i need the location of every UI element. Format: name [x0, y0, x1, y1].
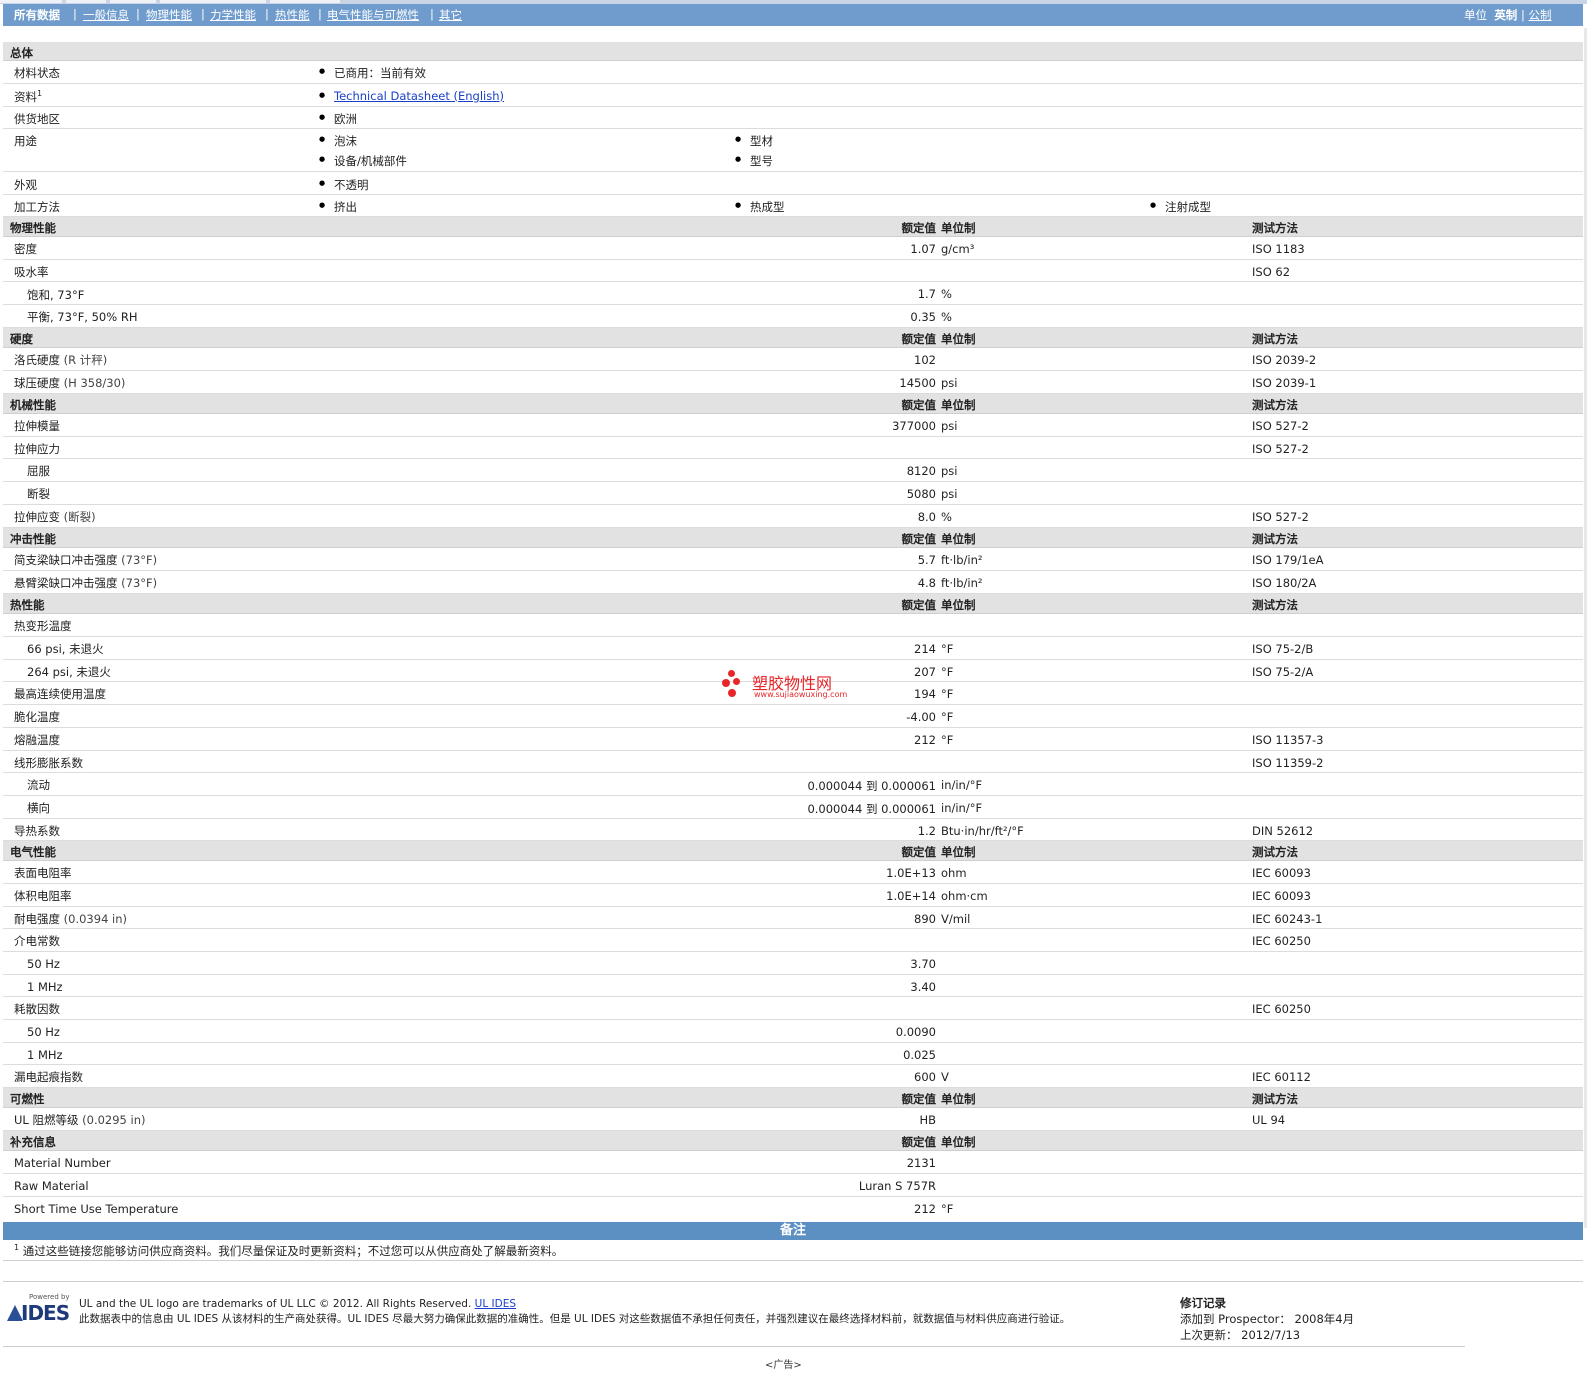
row-uses: 用途 泡沫 型材 设备/机械部件 型号 [3, 129, 1583, 172]
row-density: 密度 1.07 g/cm³ ISO 1183 [3, 237, 1583, 260]
row-region: 供货地区 欧洲 [3, 107, 1583, 129]
section-physical: 物理性能 额定值 单位制 测试方法 [3, 217, 1583, 237]
row-source: 资料1 Technical Datasheet (English) [3, 84, 1583, 107]
row-tensile-strain: 拉伸应变 (断裂) 8.0 % ISO 527-2 [3, 505, 1583, 528]
divider [3, 1260, 1583, 1261]
row-wa-equilibrium: 平衡, 73°F, 50% RH 0.35 % [3, 305, 1583, 328]
footer-disclaimer: UL and the UL logo are trademarks of UL … [79, 1298, 1071, 1325]
row-ball-hardness: 球压硬度 (H 358/30) 14500 psi ISO 2039-1 [3, 371, 1583, 394]
row-clte: 线形膨胀系数 ISO 11359-2 [3, 751, 1583, 773]
row-hdt: 热变形温度 [3, 614, 1583, 637]
divider [3, 1346, 1465, 1347]
ul-ides-link[interactable]: UL IDES [475, 1298, 516, 1310]
technical-datasheet-link[interactable]: Technical Datasheet (English) [334, 89, 504, 103]
section-thermal: 热性能 额定值 单位制 测试方法 [3, 594, 1583, 614]
row-dielectric-strength: 耐电强度 (0.0394 in) 890 V/mil IEC 60243-1 [3, 907, 1583, 929]
row-dc-50hz: 50 Hz 3.70 [3, 952, 1583, 975]
watermark-logo: 塑胶物性网 www.sujiaowuxing.com [722, 668, 852, 704]
unit-switch: 单位 英制 | 公制 [1464, 8, 1552, 22]
row-charpy: 简支梁缺口冲击强度 (73°F) 5.7 ft·lb/in² ISO 179/1… [3, 548, 1583, 571]
row-volume-resistivity: 体积电阻率 1.0E+14 ohm·cm IEC 60093 [3, 884, 1583, 907]
tab-all-data[interactable]: 所有数据 [14, 7, 60, 23]
section-supplemental: 补充信息 额定值 单位制 [3, 1131, 1583, 1151]
row-appearance: 外观 不透明 [3, 172, 1583, 195]
row-surface-resistivity: 表面电阻率 1.0E+13 ohm IEC 60093 [3, 861, 1583, 884]
row-izod: 悬臂梁缺口冲击强度 (73°F) 4.8 ft·lb/in² ISO 180/2… [3, 571, 1583, 594]
nav-tab-bar: 所有数据 | 一般信息 | 物理性能 | 力学性能 | 热性能 | 电气性能与可… [3, 4, 1583, 26]
section-electrical: 电气性能 额定值 单位制 测试方法 [3, 841, 1583, 861]
datasheet: 总体 材料状态 已商用：当前有效 资料1 Technical Datasheet… [3, 42, 1583, 1219]
tab-mechanical[interactable]: 力学性能 [210, 7, 256, 23]
row-clte-flow: 流动 0.000044 到 0.000061 in/in/°F [3, 773, 1583, 796]
section-impact: 冲击性能 额定值 单位制 测试方法 [3, 528, 1583, 548]
unit-metric[interactable]: 公制 [1529, 8, 1552, 22]
row-brittle: 脆化温度 -4.00 °F [3, 705, 1583, 728]
row-ts-yield: 屈服 8120 psi [3, 459, 1583, 482]
ad-label: <广告> [765, 1360, 802, 1371]
row-rockwell: 洛氏硬度 (R 计秤) 102 ISO 2039-2 [3, 348, 1583, 371]
divider [3, 1281, 1583, 1282]
row-df-1mhz: 1 MHz 0.025 [3, 1043, 1583, 1065]
unit-label: 单位 [1464, 8, 1487, 22]
revision-history: 修订记录 添加到 Prospector： 2008年4月 上次更新： 2012/… [1180, 1296, 1355, 1342]
section-mechanical: 机械性能 额定值 单位制 测试方法 [3, 394, 1583, 414]
tab-electrical-flammability[interactable]: 电气性能与可燃性 [327, 7, 419, 23]
row-status: 材料状态 已商用：当前有效 [3, 61, 1583, 84]
row-short-time-temp: Short Time Use Temperature 212 °F [14, 1202, 954, 1216]
row-dc-1mhz: 1 MHz 3.40 [3, 975, 1583, 997]
row-raw-material: Raw Material Luran S 757R [3, 1174, 1583, 1197]
row-cti: 漏电起痕指数 600 V IEC 60112 [3, 1065, 1583, 1088]
row-df-50hz: 50 Hz 0.0090 [3, 1020, 1583, 1043]
row-ts-break: 断裂 5080 psi [3, 482, 1583, 505]
unit-english[interactable]: 英制 [1494, 8, 1517, 22]
tab-physical[interactable]: 物理性能 [146, 7, 192, 23]
tab-other[interactable]: 其它 [439, 7, 462, 23]
remarks-header: 备注 [3, 1222, 1583, 1240]
row-processing: 加工方法 挤出 热成型 注射成型 [3, 195, 1583, 217]
row-dielectric-constant: 介电常数 IEC 60250 [3, 929, 1583, 952]
row-water-absorption: 吸水率 ISO 62 [3, 260, 1583, 282]
row-melt: 熔融温度 212 °F ISO 11357-3 [3, 728, 1583, 751]
row-ul94: UL 阻燃等级 (0.0295 in) HB UL 94 [3, 1108, 1583, 1131]
row-tensile-stress: 拉伸应力 ISO 527-2 [3, 437, 1583, 459]
row-wa-saturation: 饱和, 73°F 1.7 % [3, 282, 1583, 305]
row-conductivity: 导热系数 1.2 Btu·in/hr/ft²/°F DIN 52612 [3, 819, 1583, 841]
row-clte-transverse: 横向 0.000044 到 0.000061 in/in/°F [3, 796, 1583, 819]
row-hdt-66: 66 psi, 未退火 214 °F ISO 75-2/B [3, 637, 1583, 660]
ides-logo: Powered by IDES [7, 1293, 71, 1327]
row-material-number: Material Number 2131 [3, 1151, 1583, 1174]
remarks-note: 1 通过这些链接您能够访问供应商资料。我们尽量保证及时更新资料；不过您可以从供应… [14, 1243, 564, 1258]
tab-thermal[interactable]: 热性能 [275, 7, 310, 23]
section-general: 总体 [3, 42, 1583, 61]
row-tensile-modulus: 拉伸模量 377000 psi ISO 527-2 [3, 414, 1583, 437]
section-flammability: 可燃性 额定值 单位制 测试方法 [3, 1088, 1583, 1108]
tab-general-info[interactable]: 一般信息 [83, 7, 129, 23]
row-dissipation: 耗散因数 IEC 60250 [3, 997, 1583, 1020]
section-hardness: 硬度 额定值 单位制 测试方法 [3, 328, 1583, 348]
